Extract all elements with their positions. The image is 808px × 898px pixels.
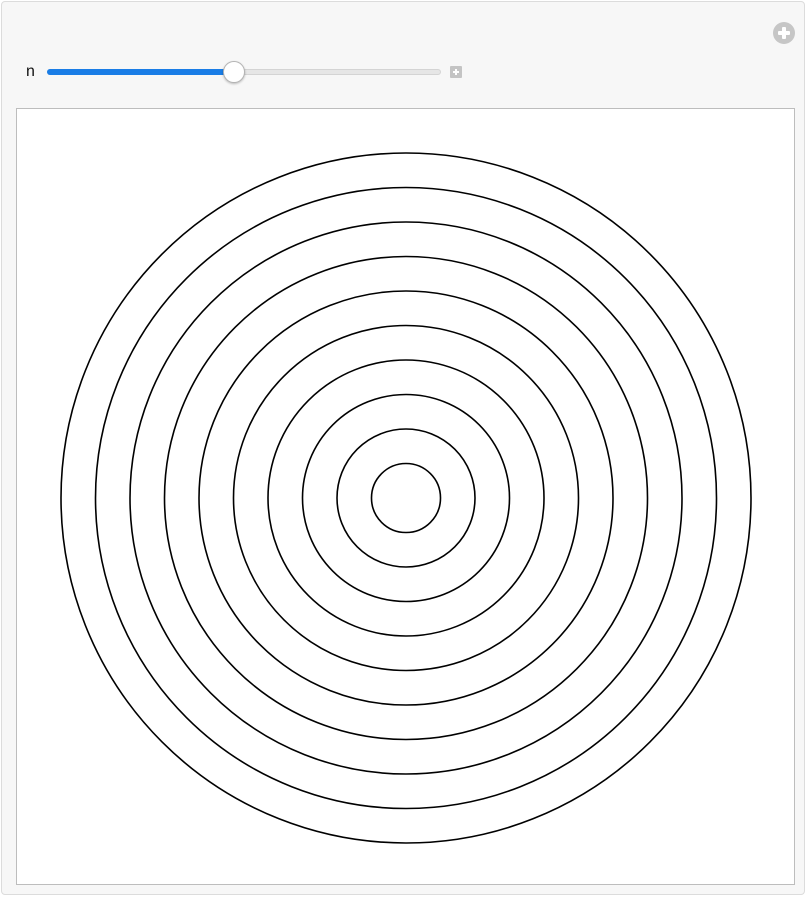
ring-4 <box>267 359 545 637</box>
slider-label: n <box>26 63 35 80</box>
slider-thumb[interactable] <box>223 61 245 83</box>
ring-2 <box>336 428 476 568</box>
ring-7 <box>163 255 649 741</box>
slider-fill <box>47 69 234 75</box>
plot-area <box>16 108 795 885</box>
ring-5 <box>232 324 580 672</box>
ring-3 <box>301 393 511 603</box>
concentric-circles-graphic <box>60 152 752 844</box>
manipulate-panel: n <box>1 1 805 895</box>
plus-circle-icon[interactable] <box>773 22 795 44</box>
ring-9 <box>94 186 718 810</box>
ring-1 <box>370 462 442 534</box>
plus-square-icon[interactable] <box>450 66 462 78</box>
ring-6 <box>198 290 614 706</box>
ring-8 <box>129 221 683 775</box>
